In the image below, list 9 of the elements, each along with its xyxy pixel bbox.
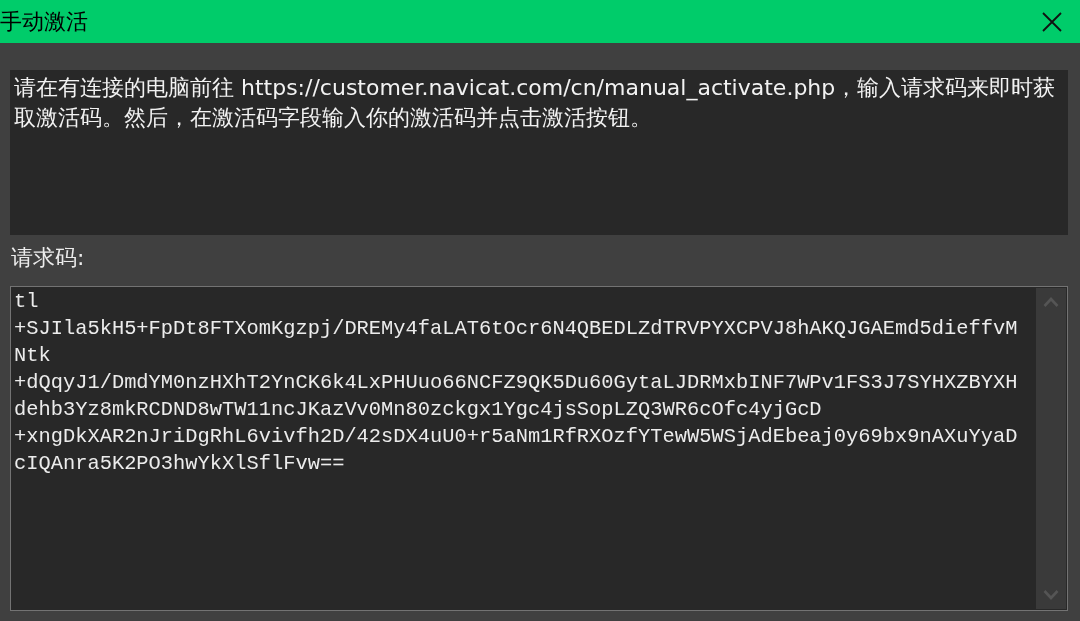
- instructions-text: 请在有连接的电脑前往 https://customer.navicat.com/cn/manual_activate.php，输入请求码来即时获取激活码。然后，在激活码字段输入你的激活码并点击激活按钮。: [14, 74, 1057, 132]
- window-title: 手动激活: [0, 7, 88, 36]
- vertical-scrollbar[interactable]: [1036, 288, 1066, 609]
- chevron-up-icon[interactable]: [1043, 297, 1059, 307]
- request-code-field[interactable]: [10, 286, 1068, 611]
- close-icon: [1042, 11, 1062, 32]
- chevron-down-icon[interactable]: [1043, 590, 1059, 600]
- request-code-text: tl +SJIla5kH5+FpDt8FTXomKgzpj/DREMy4faLAT6tOcr6N4QBEDLZdTRVPYXCPVJ8hAKQJGAEmd5dieffvM Ntk +dQqyJ1/DmdYM0nzHXhT2YnCK6k4LxPHUuo66NCFZ9QK5Du60GytaLJDRMxbINF7WPv1FS3J7SYHXZBYXH dehb3Yz8mkRCDND8wTW11ncJKazVv0Mn80zckgx1Ygc4jsSopLZQ3WR6cOfc4yjGcD +xngDkXAR2nJriDgRhL6vivfh2D/42sDX4uU0+r5aNm1RfRXOzfYTewW5WSjAdEbeaj0y69bx9nAXuYyaD cIQAnra5K2PO3hwYkXlSflFvw==: [14, 289, 1018, 477]
- request-code-label: 请求码:: [11, 244, 85, 272]
